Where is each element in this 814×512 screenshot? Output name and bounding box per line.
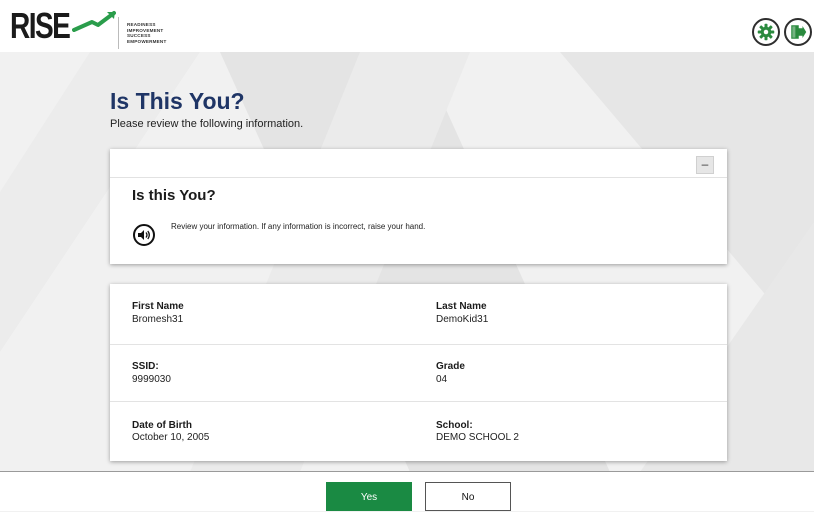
top-header: RISE READINESS IMPROVEMENT SUCCESS EMPOW… — [0, 0, 814, 52]
no-button[interactable]: No — [425, 482, 511, 511]
page-subtitle: Please review the following information. — [110, 118, 304, 130]
gear-icon — [757, 23, 775, 41]
grade-value: 04 — [436, 374, 448, 385]
footer-bar: Yes No — [0, 472, 814, 511]
school-label: School: — [436, 420, 473, 431]
info-card-header: – — [110, 149, 727, 178]
first-name-label: First Name — [132, 301, 184, 312]
dob-value: October 10, 2005 — [132, 432, 210, 443]
page-title: Is This You? — [110, 88, 245, 114]
last-name-label: Last Name — [436, 301, 487, 312]
dob-label: Date of Birth — [132, 420, 192, 431]
last-name-value: DemoKid31 — [436, 314, 489, 325]
text-to-speech-button[interactable] — [133, 224, 155, 246]
exit-door-icon — [791, 25, 807, 39]
first-name-value: Bromesh31 — [132, 314, 184, 325]
ssid-label: SSID: — [132, 361, 159, 372]
grade-label: Grade — [436, 361, 465, 372]
logout-button[interactable] — [784, 18, 812, 46]
logo-wordmark: RISE — [10, 5, 71, 46]
speaker-icon — [138, 230, 150, 240]
info-card-heading: Is this You? — [132, 187, 216, 204]
yes-button[interactable]: Yes — [326, 482, 412, 511]
student-details-card: First Name Bromesh31 Last Name DemoKid31… — [110, 284, 727, 461]
ssid-value: 9999030 — [132, 374, 171, 385]
settings-button[interactable] — [752, 18, 780, 46]
row-divider — [110, 401, 727, 402]
logo-tagline: READINESS IMPROVEMENT SUCCESS EMPOWERMEN… — [127, 22, 167, 44]
school-value: DEMO SCHOOL 2 — [436, 432, 519, 443]
collapse-button[interactable]: – — [696, 156, 714, 174]
row-divider — [110, 344, 727, 345]
info-card: – Is this You? Review your information. … — [110, 149, 727, 264]
logo-swoosh-icon — [72, 11, 116, 32]
logo-divider — [118, 17, 119, 49]
info-card-message: Review your information. If any informat… — [171, 222, 426, 231]
